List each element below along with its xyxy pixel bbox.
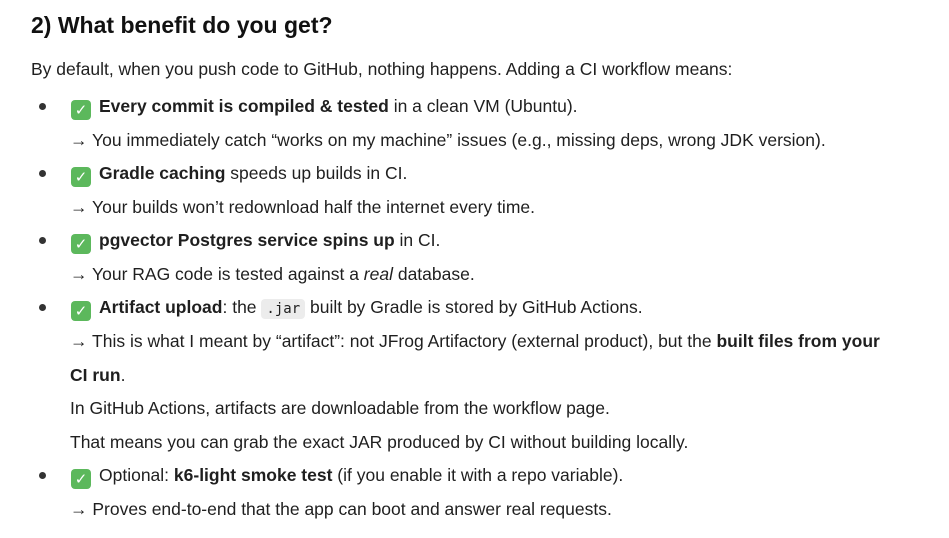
intro-paragraph: By default, when you push code to GitHub… [31,59,733,79]
item-detail: → Your builds won’t redownload half the … [70,197,535,217]
item-detail: → You immediately catch “works on my mac… [70,130,826,150]
item-text: Optional: [99,465,174,485]
bullet-icon [39,304,46,311]
list-item: ✓ pgvector Postgres service spins up in C… [31,226,949,254]
section-heading: 2) What benefit do you get? [31,12,333,38]
check-mark-icon: ✓ [71,100,91,120]
item-detail-text: → Your RAG code is tested against a [70,264,364,284]
list-item-text: ✓ Gradle caching speeds up builds in CI. [71,159,407,187]
item-detail-bold: CI run [70,365,121,385]
item-detail-continued: CI run. [70,361,125,389]
check-mark-icon: ✓ [71,301,91,321]
item-text: : the [222,297,262,317]
item-bold-text: Every commit is compiled & tested [99,96,389,116]
item-text: (if you enable it with a repo variable). [332,465,624,485]
bullet-icon [39,472,46,479]
item-bold-text: pgvector Postgres service spins up [99,230,395,250]
item-bold-text: k6-light smoke test [173,465,333,485]
bullet-icon [39,170,46,177]
check-mark-icon: ✓ [71,234,91,254]
list-item: ✓ Artifact upload: the .jar built by Grad… [31,293,949,321]
bullet-icon [39,237,46,244]
list-item: ✓ Optional: k6-light smoke test (if you e… [31,461,949,489]
list-item: ✓ Every commit is compiled & tested in a … [31,92,949,120]
bullet-icon [39,103,46,110]
item-text: in a clean VM (Ubuntu). [388,96,578,116]
item-detail-text: . [120,365,126,385]
item-bold-text: Artifact upload [99,297,223,317]
inline-code: .jar [261,299,306,319]
item-detail-text: → This is what I meant by “artifact”: no… [70,331,717,351]
list-item-text: ✓ pgvector Postgres service spins up in C… [71,226,440,254]
check-mark-icon: ✓ [71,469,91,489]
item-text: built by Gradle is stored by GitHub Acti… [305,297,643,317]
item-detail-bold: built files from your [716,331,880,351]
list-item: ✓ Gradle caching speeds up builds in CI. [31,159,949,187]
list-item-text: ✓ Every commit is compiled & tested in a … [71,92,578,120]
item-text: speeds up builds in CI. [225,163,408,183]
list-item-text: ✓ Artifact upload: the .jar built by Grad… [71,293,643,323]
check-mark-icon: ✓ [71,167,91,187]
item-detail: → Proves end-to-end that the app can boo… [70,499,612,519]
item-detail-line: In GitHub Actions, artifacts are downloa… [70,398,610,418]
list-item-text: ✓ Optional: k6-light smoke test (if you e… [71,461,623,489]
item-detail: → Your RAG code is tested against a real… [70,260,475,288]
item-detail-text: database. [392,264,475,284]
item-detail: → This is what I meant by “artifact”: no… [70,327,880,355]
item-detail-line: That means you can grab the exact JAR pr… [70,432,689,452]
item-text: in CI. [394,230,441,250]
item-detail-italic: real [363,264,393,284]
item-bold-text: Gradle caching [99,163,226,183]
